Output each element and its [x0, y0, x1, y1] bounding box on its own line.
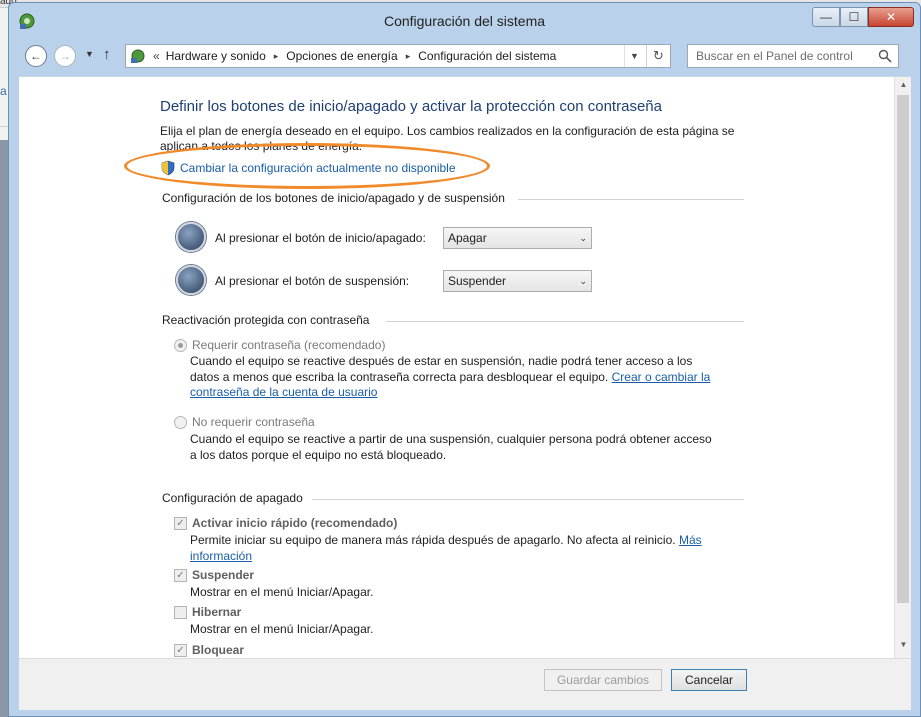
power-buttons-heading: Configuración de los botones de inicio/a… — [162, 191, 505, 205]
shutdown-heading: Configuración de apagado — [162, 491, 303, 505]
uac-shield-icon — [161, 160, 175, 176]
forward-button[interactable]: → — [54, 45, 76, 67]
scroll-thumb[interactable] — [897, 95, 909, 603]
sleep-label: Suspender — [192, 568, 255, 582]
fast-startup-option[interactable]: ✓ Activar inicio rápido (recomendado) — [174, 516, 397, 530]
title-bar[interactable]: Configuración del sistema — ☐ ✕ — [9, 3, 920, 39]
power-button-icon — [176, 222, 206, 252]
chevron-down-icon: ⌄ — [579, 276, 587, 286]
breadcrumb-hardware[interactable]: Hardware y sonido — [166, 49, 266, 63]
save-changes-button[interactable]: Guardar cambios — [544, 669, 662, 691]
recent-locations-dropdown[interactable]: ▼ — [85, 49, 94, 59]
footer-bar: Guardar cambios Cancelar — [19, 658, 911, 710]
control-panel-window: Configuración del sistema — ☐ ✕ ← → ▼ ↑ … — [8, 2, 921, 717]
sleep-button-action-select[interactable]: Suspender ⌄ — [443, 270, 592, 292]
address-bar[interactable]: « Hardware y sonido ▸ Opciones de energí… — [125, 44, 671, 68]
vertical-scrollbar[interactable]: ▲ ▼ — [894, 77, 911, 658]
fast-startup-label: Activar inicio rápido (recomendado) — [192, 516, 398, 530]
lock-option[interactable]: ✓ Bloquear — [174, 643, 244, 657]
fast-startup-checkbox[interactable]: ✓ — [174, 516, 187, 530]
navigation-bar: ← → ▼ ↑ « Hardware y sonido ▸ Opciones d… — [21, 41, 908, 69]
section-divider — [312, 499, 744, 500]
close-button[interactable]: ✕ — [868, 7, 914, 27]
breadcrumb-power-options[interactable]: Opciones de energía — [286, 49, 397, 63]
sleep-option[interactable]: ✓ Suspender — [174, 568, 254, 582]
require-password-option[interactable]: Requerir contraseña (recomendado) — [174, 338, 385, 352]
refresh-icon[interactable]: ↻ — [646, 45, 670, 67]
address-dropdown-icon[interactable]: ▼ — [624, 45, 644, 67]
control-panel-icon — [131, 49, 145, 63]
no-password-radio[interactable] — [174, 415, 187, 429]
breadcrumb-system-settings[interactable]: Configuración del sistema — [418, 49, 556, 63]
no-password-label: No requerir contraseña — [192, 415, 315, 429]
no-password-option[interactable]: No requerir contraseña — [174, 415, 315, 429]
sleep-button-icon — [176, 265, 206, 295]
fast-startup-description: Permite iniciar su equipo de manera más … — [190, 533, 720, 564]
hibernate-checkbox[interactable] — [174, 605, 187, 619]
sleep-button-label: Al presionar el botón de suspensión: — [215, 274, 410, 288]
search-placeholder: Buscar en el Panel de control — [696, 49, 853, 63]
fast-startup-text: Permite iniciar su equipo de manera más … — [190, 533, 676, 547]
page-title: Definir los botones de inicio/apagado y … — [160, 98, 662, 115]
change-unavailable-settings-link[interactable]: Cambiar la configuración actualmente no … — [160, 160, 456, 176]
breadcrumb: « Hardware y sonido ▸ Opciones de energí… — [153, 49, 556, 63]
scroll-up-icon[interactable]: ▲ — [895, 77, 911, 93]
require-password-radio[interactable] — [174, 338, 187, 352]
section-divider — [386, 321, 744, 322]
up-button[interactable]: ↑ — [103, 46, 111, 63]
section-divider — [518, 199, 744, 200]
hibernate-label: Hibernar — [192, 605, 242, 619]
hibernate-option[interactable]: Hibernar — [174, 605, 241, 619]
password-heading: Reactivación protegida con contraseña — [162, 313, 370, 327]
require-password-label: Requerir contraseña (recomendado) — [192, 338, 386, 352]
sleep-description: Mostrar en el menú Iniciar/Apagar. — [190, 585, 374, 599]
no-password-description: Cuando el equipo se reactive a partir de… — [190, 432, 712, 462]
window-title: Configuración del sistema — [383, 13, 546, 29]
change-link-label[interactable]: Cambiar la configuración actualmente no … — [180, 161, 456, 175]
maximize-button[interactable]: ☐ — [840, 7, 868, 27]
search-input[interactable]: Buscar en el Panel de control — [687, 44, 899, 68]
chevron-down-icon: ⌄ — [579, 233, 587, 243]
power-button-action-select[interactable]: Apagar ⌄ — [443, 227, 592, 249]
scroll-down-icon[interactable]: ▼ — [895, 637, 911, 653]
hibernate-description: Mostrar en el menú Iniciar/Apagar. — [190, 622, 374, 636]
content-pane: Definir los botones de inicio/apagado y … — [19, 76, 911, 658]
breadcrumb-separator-icon[interactable]: ▸ — [406, 51, 411, 62]
back-button[interactable]: ← — [25, 45, 47, 67]
lock-checkbox[interactable]: ✓ — [174, 643, 187, 657]
minimize-button[interactable]: — — [812, 7, 840, 27]
power-button-label: Al presionar el botón de inicio/apagado: — [215, 231, 426, 245]
sleep-button-action-value: Suspender — [448, 274, 507, 288]
cancel-button[interactable]: Cancelar — [671, 669, 747, 691]
power-button-action-value: Apagar — [448, 231, 487, 245]
lock-label: Bloquear — [192, 643, 245, 657]
require-password-description: Cuando el equipo se reactive después de … — [190, 354, 720, 401]
breadcrumb-separator-icon[interactable]: ▸ — [274, 51, 279, 62]
breadcrumb-overflow[interactable]: « — [153, 49, 160, 63]
window-controls: — ☐ ✕ — [812, 7, 914, 27]
search-icon[interactable] — [878, 49, 892, 63]
sleep-checkbox[interactable]: ✓ — [174, 568, 187, 582]
